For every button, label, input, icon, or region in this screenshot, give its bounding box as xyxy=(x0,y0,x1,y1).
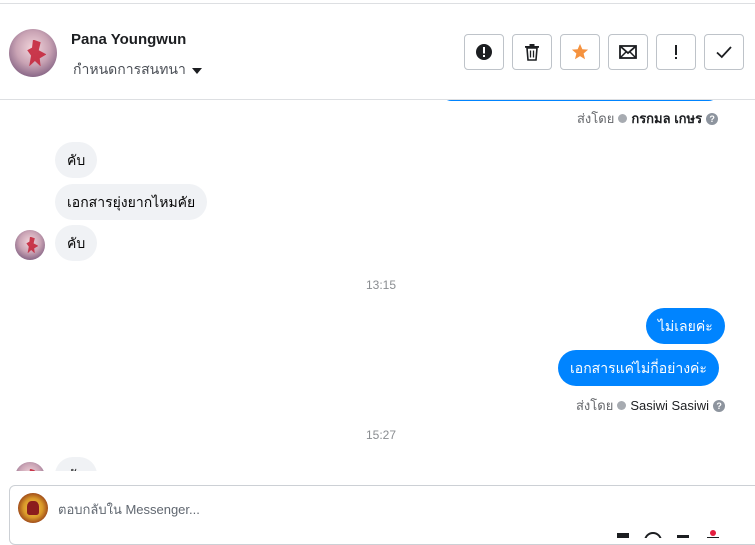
saved-reply-icon[interactable] xyxy=(703,526,723,538)
contact-avatar[interactable] xyxy=(9,29,57,77)
spam-button[interactable] xyxy=(464,34,504,70)
trash-icon xyxy=(525,44,539,61)
conversation-label-dropdown[interactable]: กำหนดการสนทนา xyxy=(73,59,202,81)
help-icon[interactable]: ? xyxy=(706,112,719,125)
avatar-logo xyxy=(26,236,39,254)
caret-down-icon xyxy=(191,68,202,74)
avatar-logo xyxy=(26,468,39,471)
envelope-icon xyxy=(619,45,637,59)
sent-by-indicator: ส่งโดย Sasiwi Sasiwi ? xyxy=(576,395,726,416)
attachment-icon[interactable] xyxy=(613,526,633,538)
message-timestamp: 13:15 xyxy=(366,278,397,292)
sent-by-indicator: ส่งโดย กรกมล เกษร ? xyxy=(577,108,719,129)
help-icon[interactable]: ? xyxy=(713,399,726,412)
star-icon xyxy=(571,43,589,60)
agent-check-icon xyxy=(617,401,627,410)
sender-avatar xyxy=(15,230,45,260)
delete-button[interactable] xyxy=(512,34,552,70)
contact-name[interactable]: Pana Youngwun xyxy=(71,31,186,48)
checkmark-icon xyxy=(716,46,732,59)
incoming-message-bubble[interactable]: คับ xyxy=(55,457,98,471)
exclamation-icon xyxy=(675,45,677,59)
mark-unread-button[interactable] xyxy=(608,34,648,70)
outgoing-message-bubble[interactable]: เอกสารแค่ไม่กี่อย่างค่ะ xyxy=(558,350,719,386)
message-feed[interactable]: ส่งโดย กรกมล เกษร ? คับ เอกสารยุ่งยากไหม… xyxy=(0,100,755,471)
agent-check-icon xyxy=(618,114,628,123)
agent-name: Sasiwi Sasiwi xyxy=(630,398,710,413)
mark-done-button[interactable] xyxy=(704,34,744,70)
message-timestamp: 15:27 xyxy=(366,428,397,442)
incoming-message-bubble[interactable]: คับ xyxy=(55,142,98,178)
outgoing-message-bubble[interactable]: ไม่เลยค่ะ xyxy=(646,308,725,344)
page-avatar xyxy=(18,493,48,523)
sender-avatar xyxy=(15,462,45,471)
agent-name: กรกมล เกษร xyxy=(631,111,703,126)
alert-circle-icon xyxy=(476,44,492,60)
composer-toolbar xyxy=(613,526,723,538)
incoming-message-bubble[interactable]: เอกสารยุ่งยากไหมคัย xyxy=(55,184,208,220)
follow-up-button[interactable] xyxy=(560,34,600,70)
emoji-icon[interactable] xyxy=(643,526,663,538)
gif-icon[interactable] xyxy=(673,526,693,538)
outgoing-message-bubble-partial xyxy=(441,100,719,101)
avatar-logo xyxy=(27,39,47,67)
conversation-header: Pana Youngwun กำหนดการสนทนา xyxy=(0,4,755,100)
incoming-message-bubble[interactable]: คับ xyxy=(55,225,98,261)
priority-button[interactable] xyxy=(656,34,696,70)
header-toolbar xyxy=(464,34,744,70)
reply-input[interactable] xyxy=(58,498,618,520)
sent-by-label: ส่งโดย xyxy=(576,398,614,413)
conversation-label-text: กำหนดการสนทนา xyxy=(73,61,186,77)
sent-by-label: ส่งโดย xyxy=(577,111,615,126)
